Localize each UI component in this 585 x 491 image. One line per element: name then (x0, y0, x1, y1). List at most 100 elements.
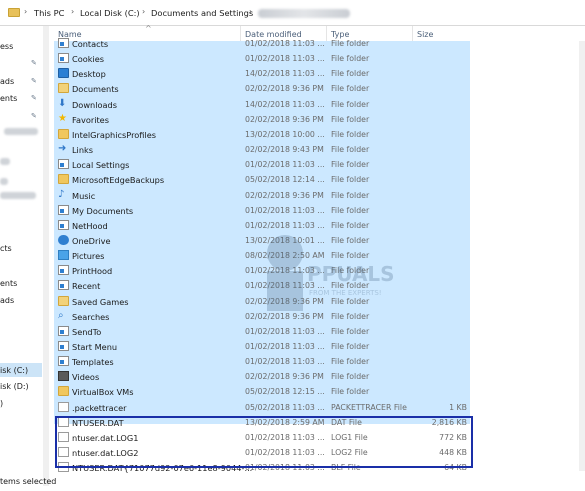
file-row[interactable]: IntelGraphicsProfiles 13/02/2018 10:00 ..… (52, 127, 472, 142)
file-name: Documents (72, 84, 119, 95)
file-type: File folder (331, 220, 370, 230)
nav-item-redacted[interactable] (0, 158, 10, 165)
file-row[interactable]: ⌕ Searches 02/02/2018 9:36 PM File folder (52, 309, 472, 324)
file-type: File folder (331, 235, 370, 245)
file-row[interactable]: ♪ Music 02/02/2018 9:36 PM File folder (52, 188, 472, 203)
file-row[interactable]: Start Menu 01/02/2018 11:03 ... File folde… (52, 339, 472, 354)
file-row[interactable]: My Documents 01/02/2018 11:03 ... File fol… (52, 203, 472, 218)
nav-item-redacted[interactable] (0, 178, 8, 185)
nav-item[interactable]: ess (0, 42, 13, 51)
file-type: File folder (331, 39, 370, 48)
file-row[interactable]: MicrosoftEdgeBackups 05/02/2018 12:14 ...… (52, 172, 472, 187)
file-icon (58, 401, 69, 412)
downloads-icon: ⬇ (58, 97, 67, 109)
file-row[interactable]: Videos 02/02/2018 9:36 PM File folder (52, 369, 472, 384)
file-row[interactable]: SendTo 01/02/2018 11:03 ... File folder (52, 324, 472, 339)
link-folder-icon (58, 159, 69, 170)
file-row[interactable]: Pictures 08/02/2018 2:50 AM File folder (52, 248, 472, 263)
file-name: Music (72, 190, 96, 201)
nav-item[interactable]: ads (0, 77, 14, 86)
breadcrumb-user-redacted[interactable] (258, 9, 350, 18)
file-type: PACKETTRACER File (331, 402, 407, 412)
file-row[interactable]: VirtualBox VMs 05/02/2018 12:15 ... File f… (52, 384, 472, 399)
file-type: File folder (331, 342, 370, 351)
file-type: File folder (331, 175, 370, 185)
file-type: File folder (331, 311, 370, 321)
file-row[interactable]: ⬇ Downloads 14/02/2018 11:03 ... File folde… (52, 97, 472, 112)
nav-scrollbar[interactable] (43, 26, 49, 486)
file-row[interactable]: NetHood 01/02/2018 11:03 ... File folder (52, 218, 472, 233)
file-date-modified: 14/02/2018 11:03 ... (245, 69, 325, 79)
file-row[interactable]: Recent 01/02/2018 11:03 ... File folder (52, 278, 472, 293)
searches-icon: ⌕ (58, 309, 64, 321)
file-name: VirtualBox VMs (72, 387, 134, 398)
nav-item-local-disk-c[interactable]: isk (C:) (0, 366, 28, 375)
nav-item-redacted[interactable] (4, 128, 38, 135)
file-name: Saved Games (72, 296, 129, 307)
file-name: Contacts (72, 39, 109, 49)
videos-icon (58, 371, 69, 382)
highlight-box (55, 416, 473, 468)
link-folder-icon (58, 356, 69, 367)
file-date-modified: 13/02/2018 10:00 ... (245, 129, 325, 139)
file-date-modified: 05/02/2018 11:03 ... (245, 402, 325, 412)
nav-item[interactable]: cts (0, 244, 12, 253)
file-type: File folder (331, 160, 370, 170)
nav-item[interactable]: ents (0, 94, 17, 103)
file-row[interactable]: PrintHood 01/02/2018 11:03 ... File folder (52, 263, 472, 278)
breadcrumb-documents-and-settings[interactable]: Documents and Settings (151, 8, 253, 18)
file-date-modified: 01/02/2018 11:03 ... (245, 357, 325, 367)
file-row[interactable]: .packettracer 05/02/2018 11:03 ... PACKETT… (52, 400, 472, 415)
address-bar[interactable]: › This PC › Local Disk (C:) › Documents … (0, 0, 585, 26)
link-folder-icon (58, 265, 69, 276)
desktop-icon (58, 68, 69, 79)
chevron-right-icon: › (249, 7, 253, 16)
file-row[interactable]: Contacts 01/02/2018 11:03 ... File folder (52, 36, 472, 51)
file-date-modified: 02/02/2018 9:36 PM (245, 296, 324, 306)
file-type: File folder (331, 190, 370, 200)
file-name: Links (72, 145, 94, 156)
link-folder-icon (58, 219, 69, 230)
file-row[interactable]: Cookies 01/02/2018 11:03 ... File folder (52, 51, 472, 66)
file-date-modified: 02/02/2018 9:36 PM (245, 190, 324, 200)
file-row[interactable]: Documents 02/02/2018 9:36 PM File folder (52, 81, 472, 96)
file-name: Downloads (72, 99, 117, 110)
file-date-modified: 01/02/2018 11:03 ... (245, 54, 325, 64)
file-row[interactable]: Desktop 14/02/2018 11:03 ... File folder (52, 66, 472, 81)
file-size: 1 KB (449, 402, 467, 412)
nav-item-redacted[interactable] (0, 192, 36, 199)
file-type: File folder (331, 387, 370, 397)
folder-icon (58, 386, 69, 397)
file-name: Start Menu (72, 342, 118, 352)
nav-item[interactable]: ads (0, 296, 14, 305)
nav-item[interactable]: ) (0, 399, 3, 408)
file-row[interactable]: OneDrive 13/02/2018 10:01 ... File folder (52, 233, 472, 248)
file-row[interactable]: ➜ Links 02/02/2018 9:43 PM File folder (52, 142, 472, 157)
breadcrumb-local-disk[interactable]: Local Disk (C:) (80, 8, 140, 18)
pictures-icon (58, 250, 69, 261)
file-row[interactable]: Saved Games 02/02/2018 9:36 PM File folder (52, 294, 472, 309)
file-list-scrollbar[interactable] (579, 41, 585, 471)
nav-item-local-disk-d[interactable]: isk (D:) (0, 382, 29, 391)
navigation-pane: ess ✎ ads ✎ ents ✎ ✎ cts ents ads isk (C… (0, 26, 50, 491)
documents-icon (58, 83, 69, 94)
file-type: File folder (331, 357, 370, 367)
nav-item[interactable]: ents (0, 279, 17, 288)
file-date-modified: 02/02/2018 9:43 PM (245, 145, 324, 155)
file-type: File folder (331, 266, 370, 276)
file-name: MicrosoftEdgeBackups (72, 175, 165, 186)
file-name: NetHood (72, 220, 108, 231)
link-folder-icon (58, 38, 69, 48)
file-row[interactable]: Templates 01/02/2018 11:03 ... File folder (52, 354, 472, 369)
folder-icon (58, 174, 69, 185)
file-date-modified: 08/02/2018 2:50 AM (245, 251, 325, 261)
file-row[interactable]: Local Settings 01/02/2018 11:03 ... File f… (52, 157, 472, 172)
file-type: File folder (331, 251, 370, 261)
file-name: Videos (72, 372, 100, 383)
file-row[interactable]: ★ Favorites 02/02/2018 9:36 PM File folder (52, 112, 472, 127)
file-name: My Documents (72, 205, 134, 216)
file-type: File folder (331, 145, 370, 155)
pin-icon: ✎ (31, 77, 37, 85)
breadcrumb-this-pc[interactable]: This PC (34, 8, 64, 18)
file-date-modified: 01/02/2018 11:03 ... (245, 220, 325, 230)
